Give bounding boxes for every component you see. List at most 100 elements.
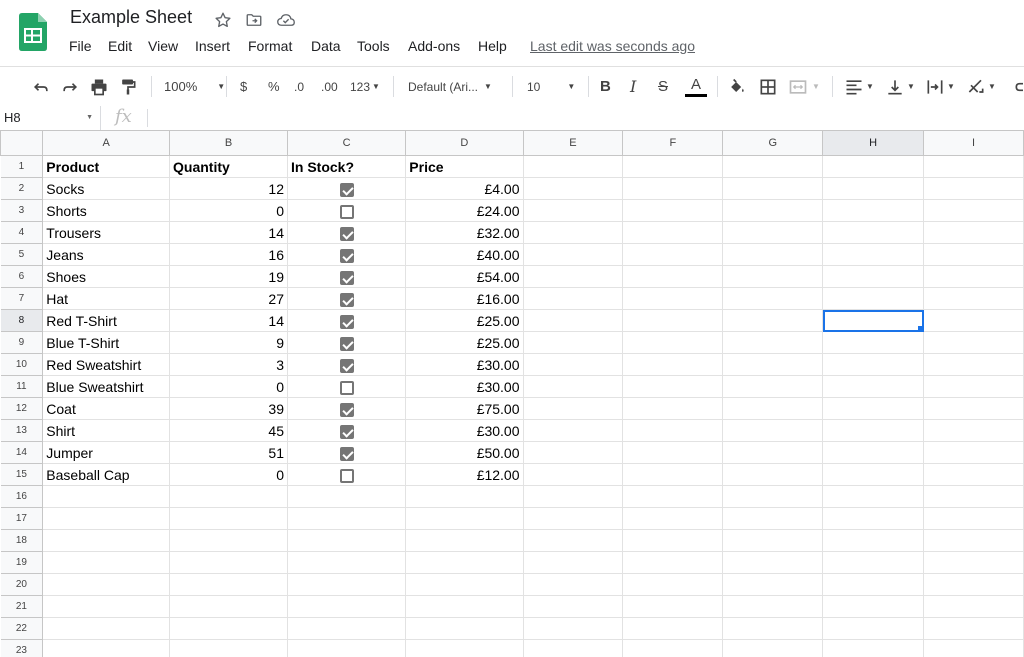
cell-h17[interactable] (822, 507, 925, 530)
cell-f21[interactable] (622, 595, 724, 618)
cell-d21[interactable] (405, 595, 524, 618)
cell-a14[interactable]: Jumper (42, 441, 171, 464)
cell-e23[interactable] (522, 639, 624, 657)
cell-g19[interactable] (722, 551, 824, 574)
cell-g4[interactable] (722, 221, 824, 244)
cell-i16[interactable] (923, 485, 1024, 508)
cell-d12[interactable]: £75.00 (405, 397, 524, 420)
cell-c16[interactable] (286, 485, 407, 508)
cell-g17[interactable] (722, 507, 824, 530)
cell-e20[interactable] (522, 573, 624, 596)
document-title[interactable]: Example Sheet (70, 7, 192, 28)
cell-d10[interactable]: £30.00 (405, 353, 524, 376)
cell-h12[interactable] (822, 397, 925, 420)
cell-b14[interactable]: 51 (169, 441, 288, 464)
column-header-h[interactable]: H (822, 131, 925, 156)
cell-h1[interactable] (822, 155, 925, 178)
cell-f18[interactable] (622, 529, 724, 552)
cell-h23[interactable] (822, 639, 925, 657)
cell-d1[interactable]: Price (405, 155, 524, 178)
more-formats-button[interactable]: 123 ▼ (350, 67, 380, 106)
cell-e18[interactable] (522, 529, 624, 552)
cell-h20[interactable] (822, 573, 925, 596)
percent-format-button[interactable]: % (268, 67, 280, 106)
cell-d6[interactable]: £54.00 (405, 265, 524, 288)
row-header[interactable]: 4 (0, 221, 44, 244)
cell-g21[interactable] (722, 595, 824, 618)
cell-b3[interactable]: 0 (169, 199, 288, 222)
cell-f1[interactable] (622, 155, 724, 178)
cell-e12[interactable] (522, 397, 624, 420)
cell-h8[interactable] (822, 309, 925, 332)
column-header-e[interactable]: E (522, 131, 624, 156)
cell-g16[interactable] (722, 485, 824, 508)
cell-b12[interactable]: 39 (169, 397, 288, 420)
cell-e17[interactable] (522, 507, 624, 530)
cell-e3[interactable] (522, 199, 624, 222)
cell-c19[interactable] (286, 551, 407, 574)
cell-i12[interactable] (923, 397, 1024, 420)
cell-i10[interactable] (923, 353, 1024, 376)
menu-file[interactable]: File (69, 38, 92, 54)
cell-a17[interactable] (42, 507, 171, 530)
sheets-logo-icon[interactable] (19, 13, 47, 51)
cell-i4[interactable] (923, 221, 1024, 244)
cell-a20[interactable] (42, 573, 171, 596)
checkbox-unchecked[interactable] (339, 468, 354, 483)
cell-b4[interactable]: 14 (169, 221, 288, 244)
decrease-decimals-button[interactable]: .0 (294, 67, 304, 106)
italic-button[interactable]: I (630, 67, 636, 106)
row-header[interactable]: 11 (0, 375, 44, 398)
text-color-button[interactable]: A (685, 67, 707, 106)
cell-f13[interactable] (622, 419, 724, 442)
cell-b15[interactable]: 0 (169, 463, 288, 486)
cell-c12[interactable] (286, 397, 407, 420)
cell-i22[interactable] (923, 617, 1024, 640)
cell-d22[interactable] (405, 617, 524, 640)
cell-e11[interactable] (522, 375, 624, 398)
cell-h5[interactable] (822, 243, 925, 266)
cell-d18[interactable] (405, 529, 524, 552)
select-all-corner[interactable] (0, 131, 44, 156)
cell-b8[interactable]: 14 (169, 309, 288, 332)
cell-h6[interactable] (822, 265, 925, 288)
cell-e22[interactable] (522, 617, 624, 640)
cell-i5[interactable] (923, 243, 1024, 266)
cell-f14[interactable] (622, 441, 724, 464)
fill-color-icon[interactable] (727, 67, 747, 106)
move-folder-icon[interactable] (245, 11, 263, 34)
cell-e8[interactable] (522, 309, 624, 332)
cell-g14[interactable] (722, 441, 824, 464)
cell-f19[interactable] (622, 551, 724, 574)
cell-c10[interactable] (286, 353, 407, 376)
insert-link-icon[interactable] (1012, 67, 1024, 106)
cell-b18[interactable] (169, 529, 288, 552)
strikethrough-button[interactable]: S (658, 67, 668, 106)
cell-f15[interactable] (622, 463, 724, 486)
cell-d11[interactable]: £30.00 (405, 375, 524, 398)
row-header[interactable]: 9 (0, 331, 44, 354)
cell-e5[interactable] (522, 243, 624, 266)
cell-d23[interactable] (405, 639, 524, 657)
cell-a13[interactable]: Shirt (42, 419, 171, 442)
cell-i9[interactable] (923, 331, 1024, 354)
checkbox-checked[interactable] (339, 314, 354, 329)
cell-c13[interactable] (286, 419, 407, 442)
cell-e4[interactable] (522, 221, 624, 244)
checkbox-unchecked[interactable] (339, 204, 354, 219)
cell-g8[interactable] (722, 309, 824, 332)
cell-f2[interactable] (622, 177, 724, 200)
row-header[interactable]: 12 (0, 397, 44, 420)
cell-b13[interactable]: 45 (169, 419, 288, 442)
row-header[interactable]: 7 (0, 287, 44, 310)
cell-a18[interactable] (42, 529, 171, 552)
column-header-c[interactable]: C (286, 131, 407, 156)
cell-g13[interactable] (722, 419, 824, 442)
font-size-select[interactable]: 10 ▼ (527, 67, 575, 106)
row-header[interactable]: 1 (0, 155, 44, 178)
cell-e2[interactable] (522, 177, 624, 200)
cell-i6[interactable] (923, 265, 1024, 288)
cell-b17[interactable] (169, 507, 288, 530)
checkbox-checked[interactable] (339, 226, 354, 241)
undo-icon[interactable] (31, 67, 51, 106)
